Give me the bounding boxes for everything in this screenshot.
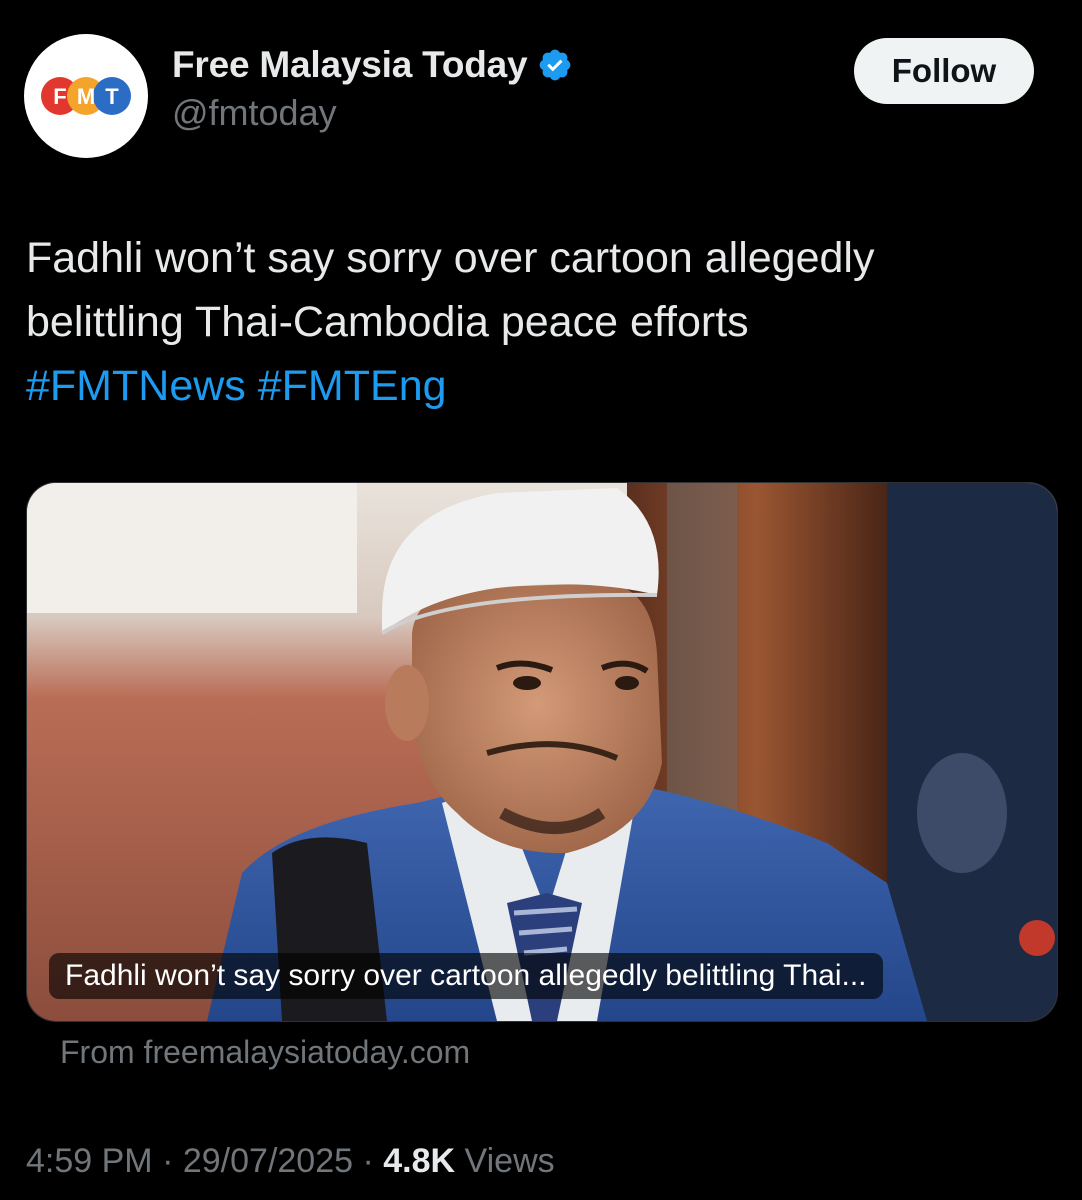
tweet-hashtags: #FMTNews #FMTEng <box>26 354 1046 418</box>
hashtag-fmteng[interactable]: #FMTEng <box>258 362 447 410</box>
tweet-text: Fadhli won’t say sorry over cartoon alle… <box>26 226 1046 418</box>
tweet-text-line-2: belittling Thai-Cambodia peace efforts <box>26 298 749 346</box>
logo-letter-m: M <box>77 84 95 109</box>
views-count: 4.8K <box>383 1142 456 1180</box>
account-name-block: Free Malaysia Today @fmtoday <box>172 44 573 134</box>
tweet-date[interactable]: 29/07/2025 <box>183 1142 353 1180</box>
card-source[interactable]: From freemalaysiatoday.com <box>60 1034 470 1071</box>
views-label: Views <box>464 1142 555 1180</box>
follow-button[interactable]: Follow <box>854 38 1034 104</box>
meta-separator: · <box>162 1142 174 1180</box>
tweet-meta: 4:59 PM · 29/07/2025 · 4.8K Views <box>26 1142 555 1181</box>
card-caption: Fadhli won’t say sorry over cartoon alle… <box>49 953 883 999</box>
logo-letter-f: F <box>53 84 66 109</box>
display-name-row: Free Malaysia Today <box>172 44 573 86</box>
card-photo <box>27 483 1057 1021</box>
tweet-time[interactable]: 4:59 PM <box>26 1142 153 1180</box>
tweet-text-line-1: Fadhli won’t say sorry over cartoon alle… <box>26 234 875 282</box>
verified-badge-icon[interactable] <box>537 47 573 83</box>
link-card[interactable]: Fadhli won’t say sorry over cartoon alle… <box>26 482 1058 1022</box>
hashtag-fmtnews[interactable]: #FMTNews <box>26 362 246 410</box>
logo-letter-t: T <box>105 84 119 109</box>
tweet-header: F M T Free Malaysia Today @fmtoday Follo… <box>24 32 1058 162</box>
meta-separator: · <box>362 1142 374 1180</box>
account-handle[interactable]: @fmtoday <box>172 92 573 134</box>
fmt-logo: F M T <box>41 77 131 115</box>
avatar[interactable]: F M T <box>24 34 148 158</box>
display-name[interactable]: Free Malaysia Today <box>172 44 528 86</box>
